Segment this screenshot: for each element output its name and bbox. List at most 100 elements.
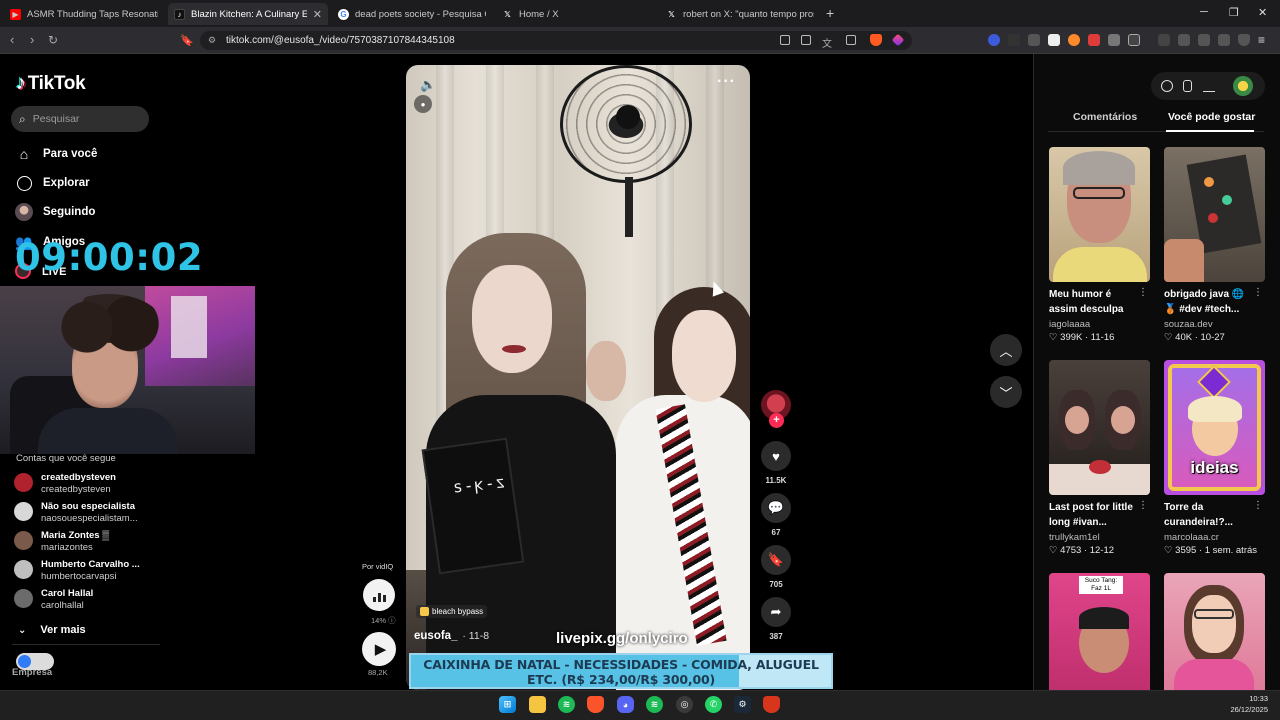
compass-icon[interactable] [1161, 80, 1173, 92]
tab-google[interactable]: G dead poets society - Pesquisa Googl [332, 3, 492, 25]
tiktok-note-icon: ♪ [16, 72, 26, 94]
followed-account[interactable]: Maria Zontes ▒ mariazontes [14, 530, 109, 554]
save-button[interactable]: 🔖 [761, 545, 791, 575]
new-tab-button[interactable]: + [826, 5, 834, 21]
profile-avatar[interactable] [1233, 76, 1253, 96]
more-icon[interactable]: ⋮ [1253, 500, 1263, 511]
suggested-video-card[interactable]: Last post for little long #ivan... ⋮ tru… [1049, 360, 1150, 556]
suggested-video-card[interactable]: Suco Tang: Faz 1L [1049, 573, 1150, 690]
video-author[interactable]: eusofa_ · 11-8 [414, 630, 489, 642]
download-icon[interactable] [1203, 80, 1215, 92]
extension-5-icon[interactable] [1068, 34, 1080, 46]
media-icon[interactable] [1158, 34, 1170, 46]
video-thumbnail[interactable] [1164, 147, 1265, 282]
vidiq-stats-button[interactable] [363, 579, 395, 611]
share-icon[interactable] [846, 35, 856, 45]
effect-icon [420, 607, 429, 616]
system-clock[interactable]: 10:33 26/12/2025 [1230, 693, 1268, 715]
video-thumbnail[interactable]: Suco Tang: Faz 1L [1049, 573, 1150, 690]
phone-icon[interactable] [1183, 80, 1192, 92]
windows-start-icon[interactable]: ⊞ [499, 696, 516, 713]
followed-account[interactable]: Humberto Carvalho ... humbertocarvapsi [14, 559, 140, 583]
comment-button[interactable]: 💬 [761, 493, 791, 523]
x-icon: 𝕏 [504, 9, 511, 19]
sidebar-icon[interactable] [1178, 34, 1190, 46]
book-image [421, 437, 525, 575]
video-thumbnail[interactable] [1049, 360, 1150, 495]
file-explorer-icon[interactable] [529, 696, 546, 713]
whatsapp-icon[interactable]: ✆ [705, 696, 722, 713]
more-icon[interactable]: ⋮ [1138, 287, 1148, 298]
follow-plus-icon[interactable]: + [769, 413, 784, 428]
close-window-icon[interactable]: ✕ [1258, 6, 1267, 19]
tiktok-logo[interactable]: ♪ TikTok [16, 72, 86, 95]
spotify-2-icon[interactable]: ≋ [646, 696, 663, 713]
followed-account[interactable]: createdbysteven createdbysteven [14, 472, 116, 496]
no-cast-icon[interactable] [780, 35, 790, 45]
obs-icon[interactable]: ◎ [676, 696, 693, 713]
more-icon[interactable]: ⋮ [1253, 287, 1263, 298]
extension-3-icon[interactable] [1028, 34, 1040, 46]
tab-comentarios[interactable]: Comentários [1073, 111, 1137, 123]
forward-icon[interactable]: › [30, 32, 34, 47]
extension-1-icon[interactable] [988, 34, 1000, 46]
tab-tiktok-active[interactable]: ♪ Blazin Kitchen: A Culinary Experie ✕ [168, 3, 328, 25]
extensions-puzzle-icon[interactable] [1108, 34, 1120, 46]
video-indicator-icon[interactable]: ● [414, 95, 432, 113]
effect-sticker[interactable]: bleach bypass [416, 605, 488, 618]
volume-icon[interactable]: 🔈 [420, 77, 436, 93]
video-player[interactable]: z-ʞ-ƨ 🔈 ● ··· bleach bypass eusofa_ · 11… [406, 65, 750, 690]
see-more-button[interactable]: ⌄ Ver mais [18, 624, 86, 636]
menu-item-para-voce[interactable]: ⌂ Para você [15, 145, 98, 163]
followed-account[interactable]: Carol Hallal carolhallal [14, 588, 93, 612]
tab-voce-pode-gostar[interactable]: Você pode gostar [1168, 111, 1255, 123]
next-video-button[interactable]: ﹀ [990, 376, 1022, 408]
wallet-icon[interactable] [1198, 34, 1210, 46]
like-button[interactable]: ♥ [761, 441, 791, 471]
minimize-icon[interactable]: ─ [1200, 6, 1208, 18]
more-icon[interactable]: ⋮ [1138, 500, 1148, 511]
search-input[interactable]: ⌕ Pesquisar [11, 106, 149, 132]
back-icon[interactable]: ‹ [10, 32, 14, 47]
suggested-video-card[interactable]: ideias Torre da curandeira!?... ⋮ marcol… [1164, 360, 1265, 556]
avatar [14, 560, 33, 579]
tab-x-home[interactable]: 𝕏 Home / X [496, 3, 656, 25]
vpn-icon[interactable] [1238, 34, 1250, 46]
followed-account[interactable]: Não sou especialista naosouespecialistam.… [14, 501, 138, 525]
video-thumbnail[interactable] [1049, 147, 1150, 282]
brave-shield-icon[interactable] [870, 34, 882, 46]
brave-icon[interactable] [763, 696, 780, 713]
discord-icon[interactable]: ◕ [617, 696, 634, 713]
close-tab-icon[interactable]: ✕ [313, 8, 322, 21]
screen-icon[interactable] [801, 35, 811, 45]
share-button[interactable]: ➦ [761, 597, 791, 627]
bookmark-icon[interactable]: 🔖 [180, 34, 194, 47]
extension-6-icon[interactable] [1088, 34, 1100, 46]
extension-4-icon[interactable] [1048, 34, 1060, 46]
brave-browser-icon[interactable] [587, 696, 604, 713]
play-count: 88,2K [368, 668, 388, 677]
restore-icon[interactable]: ❐ [1229, 6, 1239, 19]
suggested-video-card[interactable] [1164, 573, 1265, 690]
footer-link-empresa[interactable]: Empresa [12, 667, 52, 678]
tab-youtube[interactable]: ▶ ASMR Thudding Taps Resonating in V [4, 3, 164, 25]
video-thumbnail[interactable] [1164, 573, 1265, 690]
menu-icon[interactable]: ≡ [1258, 33, 1265, 47]
play-button[interactable]: ▶ [362, 632, 396, 666]
translate-icon[interactable]: 文 [822, 35, 832, 50]
spotify-icon[interactable]: ≋ [558, 696, 575, 713]
more-options-icon[interactable]: ··· [717, 73, 736, 91]
menu-item-seguindo[interactable]: Seguindo [15, 203, 95, 221]
leo-icon[interactable] [1218, 34, 1230, 46]
extension-2-icon[interactable] [1008, 34, 1020, 46]
site-info-icon[interactable]: ⚙ [208, 31, 216, 50]
menu-item-explorar[interactable]: Explorar [15, 174, 90, 192]
reload-icon[interactable]: ↻ [48, 33, 58, 47]
tab-x-robert[interactable]: 𝕏 robert on X: "quanto tempo pros bol [660, 3, 820, 25]
suggested-video-card[interactable]: Meu humor é assim desculpa ⋮ iagolaaaa ♡… [1049, 147, 1150, 343]
suggested-video-card[interactable]: obrigado java 🌐 🥉 #dev #tech... ⋮ souzaa… [1164, 147, 1265, 343]
extension-7-icon[interactable] [1128, 34, 1140, 46]
previous-video-button[interactable]: ︿ [990, 334, 1022, 366]
steam-icon[interactable]: ⚙ [734, 696, 751, 713]
video-thumbnail[interactable]: ideias [1164, 360, 1265, 495]
